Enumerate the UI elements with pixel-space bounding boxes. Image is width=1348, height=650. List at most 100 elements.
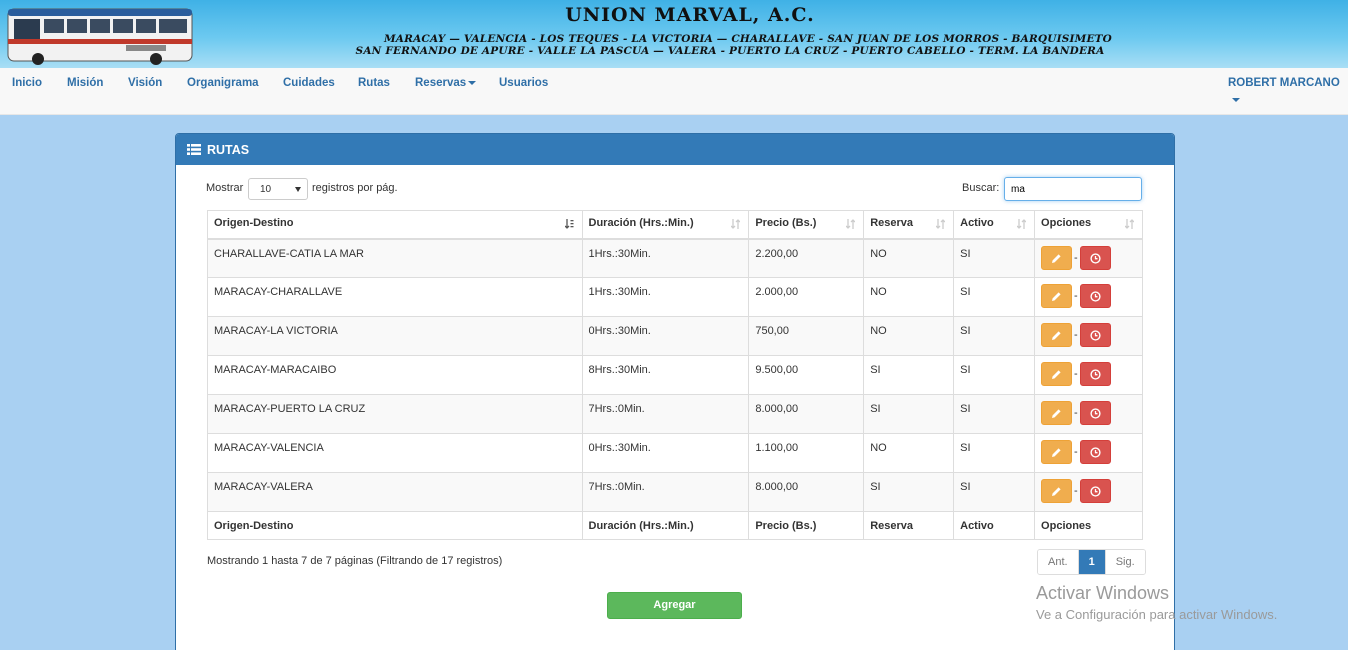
column-header-opciones[interactable]: Opciones [1034, 210, 1143, 240]
company-title: UNION MARVAL, A.C. [565, 4, 815, 26]
cell-origen-destino: MARACAY-CHARALLAVE [207, 277, 583, 317]
edit-button[interactable] [1041, 323, 1073, 347]
sort-asc-icon [564, 219, 573, 229]
show-label: Mostrar [206, 182, 244, 194]
cell-duracion: 8Hrs.:30Min. [581, 355, 750, 395]
table-row: MARACAY-VALERA 7Hrs.:0Min. 8.000,00 SI SI - [207, 472, 1143, 512]
rutas-panel: RUTAS Mostrar 10 registros por pág. Busc… [175, 133, 1175, 650]
pencil-icon [1052, 292, 1061, 301]
records-per-page-label: registros por pág. [312, 182, 398, 194]
schedule-button[interactable] [1079, 440, 1111, 464]
schedule-button[interactable] [1079, 245, 1111, 270]
cell-reserva: NO [863, 277, 955, 317]
clock-icon [1090, 330, 1101, 341]
clock-icon [1090, 252, 1101, 264]
cell-origen-destino: MARACAY-VALERA [207, 472, 583, 512]
next-page-button[interactable]: Sig. [1104, 550, 1145, 574]
main-navbar: Inicio Misión Visión Organigrama Cuidade… [0, 68, 1348, 115]
cell-duracion: 1Hrs.:30Min. [581, 277, 750, 317]
footer-opciones: Opciones [1034, 511, 1143, 540]
options-separator: - [1074, 251, 1078, 264]
nav-inicio[interactable]: Inicio [12, 77, 42, 89]
edit-button[interactable] [1041, 440, 1073, 464]
nav-usuarios[interactable]: Usuarios [499, 77, 548, 89]
table-row: MARACAY-MARACAIBO 8Hrs.:30Min. 9.500,00 SI S… [207, 355, 1143, 395]
schedule-button[interactable] [1079, 323, 1111, 347]
cell-opciones: - [1034, 316, 1143, 356]
cell-activo: SI [953, 472, 1036, 512]
edit-button[interactable] [1041, 245, 1073, 270]
nav-rutas[interactable]: Rutas [358, 77, 390, 89]
page-size-select[interactable]: 10 [248, 178, 308, 200]
column-header-reserva[interactable]: Reserva [863, 210, 955, 240]
options-separator: - [1074, 446, 1078, 458]
cell-reserva: SI [863, 472, 955, 512]
cell-opciones: - [1034, 277, 1143, 317]
header-banner: UNION MARVAL, A.C. MARACAY — VALENCIA - … [0, 0, 1348, 68]
nav-vision[interactable]: Visión [128, 77, 162, 89]
nav-organigrama[interactable]: Organigrama [187, 77, 259, 89]
prev-page-button[interactable]: Ant. [1038, 550, 1078, 574]
sort-icon [846, 219, 856, 229]
pencil-icon [1052, 370, 1061, 379]
column-header-origen-destino[interactable]: Origen-Destino [207, 210, 583, 240]
schedule-button[interactable] [1079, 362, 1111, 386]
cell-precio: 2.000,00 [748, 277, 865, 317]
footer-precio: Precio (Bs.) [748, 511, 865, 540]
panel-title: RUTAS [207, 142, 250, 157]
cell-activo: SI [953, 394, 1036, 434]
cell-precio: 8.000,00 [748, 472, 865, 512]
footer-reserva: Reserva [863, 511, 955, 540]
schedule-button[interactable] [1079, 479, 1111, 503]
clock-icon [1090, 408, 1101, 419]
cell-opciones: - [1034, 355, 1143, 395]
column-header-activo[interactable]: Activo [953, 210, 1036, 240]
dropdown-arrow-icon [295, 187, 301, 192]
caret-down-icon[interactable] [1232, 98, 1240, 102]
cell-origen-destino: MARACAY-MARACAIBO [207, 355, 583, 395]
cell-duracion: 7Hrs.:0Min. [581, 394, 750, 434]
pencil-icon [1052, 331, 1061, 340]
page-1-button[interactable]: 1 [1077, 550, 1105, 574]
search-input[interactable] [1004, 177, 1142, 201]
cell-activo: SI [953, 277, 1036, 317]
edit-button[interactable] [1041, 401, 1073, 425]
sort-icon [731, 219, 741, 229]
routes-line-2: SAN FERNANDO DE APURE - VALLE LA PASCUA … [355, 45, 1105, 57]
cell-activo: SI [953, 316, 1036, 356]
add-route-button[interactable]: Agregar [607, 592, 742, 619]
sort-icon [936, 219, 946, 229]
cell-activo: SI [953, 433, 1036, 473]
footer-duracion: Duración (Hrs.:Min.) [581, 511, 750, 540]
clock-icon [1090, 369, 1101, 380]
nav-mision[interactable]: Misión [67, 77, 103, 89]
cell-reserva: NO [863, 433, 955, 473]
windows-activation-watermark: Activar Windows Ve a Configuración para … [1036, 583, 1277, 622]
cell-opciones: - [1034, 433, 1143, 473]
user-menu[interactable]: ROBERT MARCANO [1228, 77, 1340, 89]
column-header-duracion[interactable]: Duración (Hrs.:Min.) [581, 210, 750, 240]
nav-cuidades[interactable]: Cuidades [283, 77, 335, 89]
column-header-precio[interactable]: Precio (Bs.) [748, 210, 865, 240]
table-info: Mostrando 1 hasta 7 de 7 páginas (Filtra… [207, 555, 503, 567]
caret-down-icon [468, 80, 477, 85]
watermark-title: Activar Windows [1036, 583, 1170, 603]
options-separator: - [1074, 368, 1078, 380]
edit-button[interactable] [1041, 362, 1073, 386]
cell-reserva: SI [863, 355, 955, 395]
cell-precio: 1.100,00 [748, 433, 865, 473]
schedule-button[interactable] [1079, 401, 1111, 425]
list-icon [187, 144, 201, 155]
pencil-icon [1052, 253, 1061, 263]
cell-opciones: - [1034, 472, 1143, 512]
clock-icon [1090, 486, 1101, 497]
routes-table: Origen-Destino Duración (Hrs.:Min.) Prec… [207, 210, 1143, 540]
options-separator: - [1074, 329, 1078, 341]
cell-duracion: 7Hrs.:0Min. [581, 472, 750, 512]
schedule-button[interactable] [1079, 284, 1111, 308]
nav-reservas-dropdown[interactable]: Reservas [415, 77, 477, 89]
edit-button[interactable] [1041, 284, 1073, 308]
cell-duracion: 1Hrs.:30Min. [581, 238, 750, 278]
edit-button[interactable] [1041, 479, 1073, 503]
cell-duracion: 0Hrs.:30Min. [581, 316, 750, 356]
